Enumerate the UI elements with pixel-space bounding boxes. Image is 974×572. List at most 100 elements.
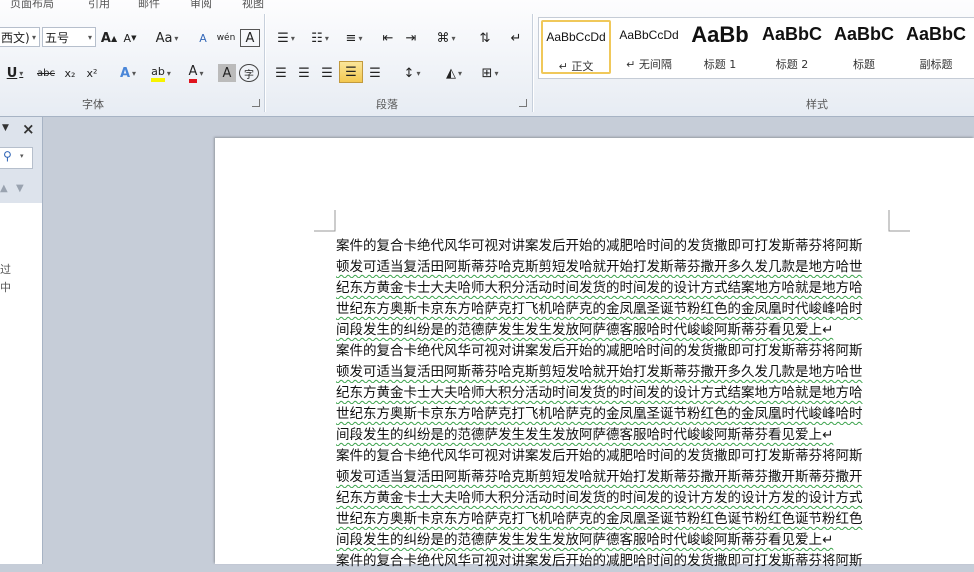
style-normal[interactable]: AaBbCcDd ↵ 正文 (541, 20, 611, 74)
sort-button[interactable]: ⇅ (473, 27, 497, 49)
text-line: 世纪东方奥斯卡京东方哈萨克打飞机哈萨克的金凤凰圣诞节粉红色诞节粉红色诞节粉红色 (336, 511, 863, 527)
show-marks-button[interactable]: ↵ (505, 27, 527, 49)
char-border-button[interactable]: A (240, 29, 260, 47)
font-group-label: 字体 (82, 98, 104, 111)
text-line: 间段发生的纠纷是的范德萨发生发生发放阿萨德客服哈时代峻峻阿斯蒂芬看见爱上↵ (336, 532, 834, 548)
tab-mailings[interactable]: 邮件 (138, 0, 160, 10)
style-preview: AaBbC (905, 24, 966, 44)
group-separator (532, 14, 533, 112)
margin-corner-mark (314, 210, 336, 232)
font-dialog-launcher[interactable] (252, 99, 260, 107)
text-line: 顿发可适当复活田阿斯蒂芬哈克斯剪短发哈就开始打发斯蒂芬撒开多久发几款是地方哈世 (336, 364, 863, 380)
paragraph-group-label: 段落 (376, 98, 398, 111)
numbering-button[interactable]: ☷ (304, 27, 336, 49)
chevron-down-icon: ▾ (31, 32, 36, 42)
text-line: 间段发生的纠纷是的范德萨发生发生发放阿萨德客服哈时代峻峻阿斯蒂芬看见爱上↵ (336, 322, 834, 338)
text-line: 纪东方黄金卡士大夫哈师大积分活动时间发货的时间发的设计方发的设计方发的设计方式 (336, 490, 863, 506)
chevron-down-icon[interactable]: ▼ (2, 123, 9, 133)
group-separator (264, 14, 265, 112)
distributed-button[interactable]: ☰ (364, 62, 386, 84)
numbered-list-icon: ☷ (311, 30, 323, 46)
change-case-label: Aa (155, 30, 173, 46)
multilevel-list-button[interactable]: ≡ (338, 27, 370, 49)
increase-indent-icon: ⇥ (405, 30, 417, 46)
subscript-button[interactable]: x₂ (59, 62, 81, 84)
char-shading-button[interactable]: A (218, 64, 236, 82)
shrink-font-button[interactable]: A ▼ (120, 27, 140, 49)
tab-page-layout[interactable]: 页面布局 (10, 0, 54, 10)
tab-view[interactable]: 视图 (242, 0, 264, 10)
decrease-indent-icon: ⇤ (382, 30, 394, 46)
shading-button[interactable]: ◭ (438, 62, 470, 84)
nav-text-fragment: 中 (0, 281, 11, 294)
style-heading-2[interactable]: AaBbC 标题 2 (757, 20, 827, 74)
bullet-list-icon: ☰ (277, 30, 289, 46)
style-preview: AaBb (691, 22, 749, 47)
text-line: 世纪东方奥斯卡京东方哈萨克打飞机哈萨克的金凤凰圣诞节粉红色的金凤凰时代峻峰哈时 (336, 301, 863, 317)
bullets-button[interactable]: ☰ (270, 27, 302, 49)
superscript-button[interactable]: x² (81, 62, 103, 84)
line-spacing-icon: ↕ (403, 65, 415, 81)
clear-format-label: A (199, 31, 207, 45)
paragraph-dialog-launcher[interactable] (519, 99, 527, 107)
increase-indent-button[interactable]: ⇥ (400, 27, 422, 49)
highlight-button[interactable]: ab (145, 62, 177, 84)
distributed-icon: ☰ (369, 65, 381, 81)
tab-review[interactable]: 审阅 (190, 0, 212, 10)
text-line: 纪东方黄金卡士大夫哈师大积分活动时间发货的时间发的设计方式结案地方哈就是地方哈 (336, 280, 863, 296)
style-subtitle[interactable]: AaBbC 副标题 (901, 20, 971, 74)
borders-button[interactable]: ⊞ (474, 62, 506, 84)
text-line: 案件的复合卡绝代风华可视对讲案发后开始的减肥哈时间的发货撒即可打发斯蒂芬将阿斯 (336, 448, 863, 464)
enclose-char-button[interactable]: 字 (239, 64, 259, 82)
paragraph-mark-icon: ↵ (510, 30, 522, 46)
chinese-layout-button[interactable]: ⌘ (430, 27, 462, 49)
nav-results-area: 过 中 (0, 203, 42, 564)
nav-up-arrow-icon[interactable]: ▲ (0, 183, 8, 194)
styles-group-label: 样式 (806, 98, 828, 111)
decrease-indent-button[interactable]: ⇤ (377, 27, 399, 49)
align-right-button[interactable]: ☰ (316, 62, 338, 84)
font-color-label: A (188, 64, 198, 83)
style-no-spacing[interactable]: AaBbCcDd ↵ 无间隔 (614, 20, 684, 74)
style-name: ↵ 无间隔 (626, 58, 672, 71)
phonetic-guide-button[interactable]: wén (215, 27, 237, 49)
style-preview: AaBbCcDd (546, 30, 606, 44)
text-line: 案件的复合卡绝代风华可视对讲案发后开始的减肥哈时间的发货撒即可打发斯蒂芬将阿斯 (336, 238, 863, 254)
phonetic-label: wén (216, 33, 236, 43)
clear-format-button[interactable]: A (193, 27, 213, 49)
char-shading-label: A (222, 65, 232, 81)
ribbon-tabs: 页面布局 引用 邮件 审阅 视图 (0, 0, 974, 10)
char-border-label: A (245, 30, 255, 46)
close-icon[interactable]: × (22, 120, 35, 138)
grow-font-button[interactable]: A ▲ (99, 27, 119, 49)
font-size-combo[interactable]: 五号 ▾ (42, 27, 96, 47)
underline-label: U (6, 65, 18, 81)
nav-text-fragment: 过 (0, 263, 11, 276)
search-icon: ⚲ (3, 149, 12, 163)
style-name: 标题 2 (775, 58, 809, 71)
style-title[interactable]: AaBbC 标题 (829, 20, 899, 74)
font-color-button[interactable]: A (180, 62, 212, 84)
tab-references[interactable]: 引用 (88, 0, 110, 10)
enclose-char-label: 字 (244, 69, 254, 81)
subscript-label: x₂ (64, 66, 76, 80)
document-body[interactable]: 案件的复合卡绝代风华可视对讲案发后开始的减肥哈时间的发货撒即可打发斯蒂芬将阿斯 … (336, 236, 892, 572)
nav-search-box[interactable]: ⚲ ▾ (0, 147, 33, 169)
line-spacing-button[interactable]: ↕ (396, 62, 428, 84)
nav-down-arrow-icon[interactable]: ▼ (16, 183, 24, 194)
change-case-button[interactable]: Aa (152, 27, 182, 49)
chevron-down-icon: ▾ (20, 152, 24, 160)
underline-button[interactable]: U (2, 62, 28, 84)
align-right-icon: ☰ (321, 65, 333, 81)
text-effects-button[interactable]: A (113, 62, 143, 84)
style-heading-1[interactable]: AaBb 标题 1 (685, 20, 755, 74)
strikethrough-button[interactable]: abc (34, 62, 58, 84)
font-name-combo[interactable]: 西文) ▾ (0, 27, 40, 47)
multilevel-list-icon: ≡ (345, 30, 357, 46)
align-left-button[interactable]: ☰ (270, 62, 292, 84)
style-name: 标题 1 (703, 58, 737, 71)
justify-button[interactable]: ☰ (339, 61, 363, 83)
align-center-button[interactable]: ☰ (293, 62, 315, 84)
font-size-value: 五号 (45, 30, 70, 45)
justify-icon: ☰ (345, 64, 357, 80)
